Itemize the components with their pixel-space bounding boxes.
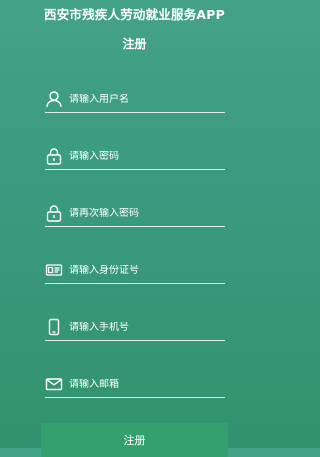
phone-field[interactable] — [45, 314, 225, 341]
register-button[interactable]: 注册 — [41, 423, 228, 457]
page-subtitle: 注册 — [122, 37, 147, 51]
email-field[interactable] — [45, 371, 225, 398]
username-field[interactable] — [45, 86, 225, 113]
lock-icon — [45, 146, 65, 166]
confirm-password-input[interactable] — [65, 207, 225, 219]
phone-input[interactable] — [65, 321, 225, 333]
id-number-input[interactable] — [65, 264, 225, 276]
lock-icon — [45, 203, 65, 223]
id-number-field[interactable] — [45, 257, 225, 284]
username-input[interactable] — [65, 93, 225, 105]
email-input[interactable] — [65, 378, 225, 390]
password-field[interactable] — [45, 143, 225, 170]
id-card-icon — [45, 260, 65, 280]
user-icon — [45, 89, 65, 109]
page-title: 西安市残疾人劳动就业服务APP — [44, 7, 225, 22]
password-input[interactable] — [65, 150, 225, 162]
phone-icon — [45, 317, 65, 337]
confirm-password-field[interactable] — [45, 200, 225, 227]
mail-icon — [45, 374, 65, 394]
